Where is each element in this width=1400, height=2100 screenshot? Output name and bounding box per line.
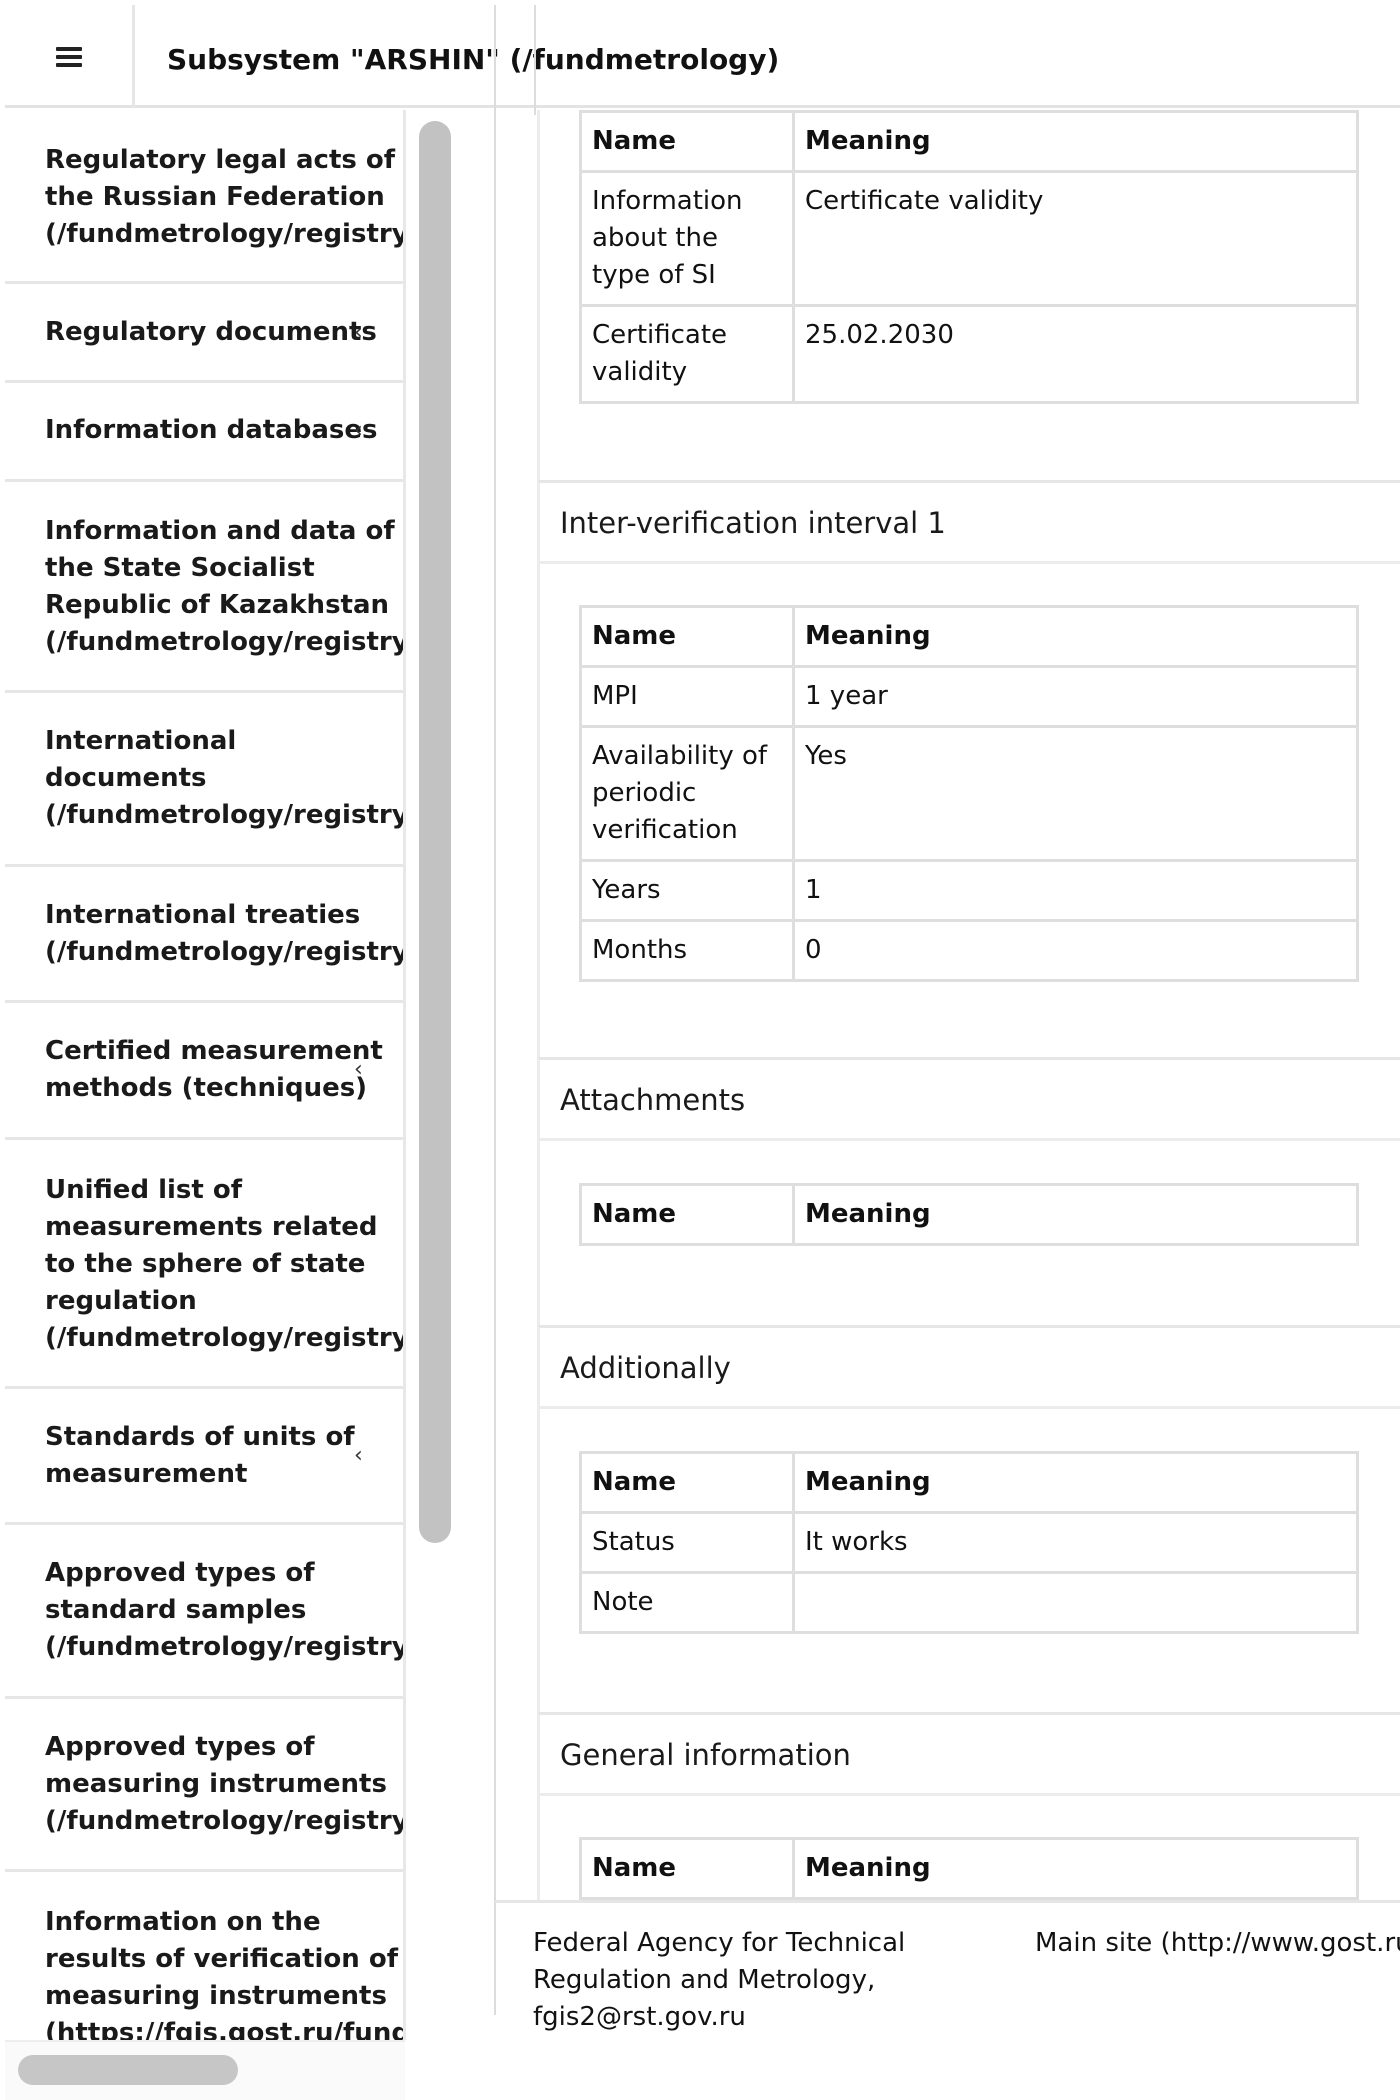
cell-name: Certificate validity <box>579 304 795 404</box>
sidebar-item-international-treaties[interactable]: International treaties (/fundmetrology/r… <box>5 867 405 1003</box>
section-title: Inter-verification interval 1 <box>560 506 946 540</box>
sidebar-border <box>403 110 406 2040</box>
table-row: Availability of periodic verification Ye… <box>579 725 1359 862</box>
chevron-left-icon: ‹ <box>354 1057 363 1082</box>
section-header-attachments: Attachments <box>537 1057 1400 1141</box>
sidebar-item-certified-methods[interactable]: Certified measurement methods (technique… <box>5 1003 405 1140</box>
table-row: Information about the type of SI Certifi… <box>579 170 1359 307</box>
sidebar-item-label: Information and data of the State Social… <box>45 516 405 657</box>
footer-organization: Federal Agency for Technical Regulation … <box>533 1928 906 2032</box>
type-info-table: Name Meaning Information about the type … <box>579 110 1359 404</box>
cell-name: Information about the type of SI <box>579 170 795 307</box>
cell-name: MPI <box>579 665 795 728</box>
page-footer: Federal Agency for Technical Regulation … <box>495 1900 1400 2098</box>
cell-name: Years <box>579 859 795 922</box>
sidebar-item-international-documents[interactable]: International documents (/fundmetrology/… <box>5 693 405 867</box>
column-header-name: Name <box>579 110 795 173</box>
sidebar-item-label: Regulatory documents <box>45 317 377 347</box>
section-header-additionally: Additionally <box>537 1325 1400 1409</box>
table-row: Years 1 <box>579 859 1359 922</box>
table-header-row: Name Meaning <box>579 1183 1359 1246</box>
sidebar-item-information-databases[interactable]: Information databases ‹ <box>5 383 405 482</box>
table-row: Note <box>579 1571 1359 1634</box>
layout-divider <box>534 5 536 115</box>
cell-name: Months <box>579 919 795 982</box>
table-row: Certificate validity 25.02.2030 <box>579 304 1359 404</box>
column-header-meaning: Meaning <box>792 605 1359 668</box>
column-header-meaning: Meaning <box>792 110 1359 173</box>
column-header-name: Name <box>579 1451 795 1514</box>
sidebar-item-label: Information databases <box>45 415 378 445</box>
menu-button[interactable] <box>5 5 135 108</box>
table-header-row: Name Meaning <box>579 110 1359 173</box>
general-information-table: Name Meaning <box>579 1837 1359 1900</box>
sidebar-item-kazakhstan-data[interactable]: Information and data of the State Social… <box>5 482 405 693</box>
table-header-row: Name Meaning <box>579 1451 1359 1514</box>
table-header-row: Name Meaning <box>579 605 1359 668</box>
table-row: Months 0 <box>579 919 1359 982</box>
sidebar-item-label: International documents (/fundmetrology/… <box>45 726 405 830</box>
sidebar-nav: Regulatory legal acts of the Russian Fed… <box>5 110 405 2040</box>
section-title: General information <box>560 1738 851 1772</box>
cell-value: 25.02.2030 <box>792 304 1359 404</box>
footer-main-site-link[interactable]: Main site (http://www.gost.ru/ <box>1035 1925 1400 1962</box>
sidebar-item-label: Standards of units of measurement <box>45 1422 355 1489</box>
cell-value: Yes <box>792 725 1359 862</box>
sidebar-item-label: Unified list of measurements related to … <box>45 1175 405 1353</box>
layout-divider <box>494 5 496 2015</box>
column-header-name: Name <box>579 605 795 668</box>
sidebar-item-label: Approved types of measuring instruments … <box>45 1732 405 1836</box>
cell-value <box>792 1571 1359 1634</box>
section-title: Attachments <box>560 1083 746 1117</box>
sidebar-item-regulatory-documents[interactable]: Regulatory documents ‹ <box>5 284 405 383</box>
sidebar-item-label: International treaties (/fundmetrology/r… <box>45 900 405 967</box>
sidebar-item-standards-units[interactable]: Standards of units of measurement ‹ <box>5 1389 405 1525</box>
cell-name: Status <box>579 1511 795 1574</box>
column-header-meaning: Meaning <box>792 1183 1359 1246</box>
app-title: Subsystem "ARSHIN" (/fundmetrology) <box>167 43 780 76</box>
column-header-meaning: Meaning <box>792 1837 1359 1900</box>
sidebar-vertical-scrollbar[interactable] <box>419 121 451 1543</box>
section-header-general-information: General information <box>537 1712 1400 1796</box>
column-header-meaning: Meaning <box>792 1451 1359 1514</box>
cell-value: Certificate validity <box>792 170 1359 307</box>
sidebar-item-label: Regulatory legal acts of the Russian Fed… <box>45 145 405 249</box>
cell-value: It works <box>792 1511 1359 1574</box>
additional-table: Name Meaning Status It works Note <box>579 1451 1359 1634</box>
table-header-row: Name Meaning <box>579 1837 1359 1900</box>
table-row: Status It works <box>579 1511 1359 1574</box>
sidebar-item-standard-samples[interactable]: Approved types of standard samples (/fun… <box>5 1525 405 1699</box>
sidebar-item-verification-results[interactable]: Information on the results of verificati… <box>5 1872 405 2040</box>
cell-value: 0 <box>792 919 1359 982</box>
hamburger-menu-icon <box>55 43 82 71</box>
attachments-table: Name Meaning <box>579 1183 1359 1246</box>
cell-name: Note <box>579 1571 795 1634</box>
sidebar-item-regulatory-legal-acts[interactable]: Regulatory legal acts of the Russian Fed… <box>5 110 405 284</box>
chevron-left-icon: ‹ <box>354 320 363 345</box>
sidebar-horizontal-scrollbar[interactable] <box>18 2055 238 2085</box>
section-header-inter-verification: Inter-verification interval 1 <box>537 480 1400 564</box>
section-title: Additionally <box>560 1351 731 1385</box>
inter-verification-table: Name Meaning MPI 1 year Availability of … <box>579 605 1359 982</box>
sidebar-item-measuring-instruments[interactable]: Approved types of measuring instruments … <box>5 1699 405 1872</box>
column-header-name: Name <box>579 1183 795 1246</box>
main-content: Name Meaning Information about the type … <box>537 110 1400 1900</box>
sidebar-item-label: Certified measurement methods (technique… <box>45 1036 383 1103</box>
cell-name: Availability of periodic verification <box>579 725 795 862</box>
table-row: MPI 1 year <box>579 665 1359 728</box>
chevron-left-icon: ‹ <box>354 418 363 443</box>
sidebar-item-label: Approved types of standard samples (/fun… <box>45 1558 405 1662</box>
top-bar: Subsystem "ARSHIN" (/fundmetrology) <box>5 5 1400 108</box>
sidebar-item-unified-list[interactable]: Unified list of measurements related to … <box>5 1140 405 1389</box>
column-header-name: Name <box>579 1837 795 1900</box>
cell-value: 1 <box>792 859 1359 922</box>
chevron-left-icon: ‹ <box>354 1443 363 1468</box>
cell-value: 1 year <box>792 665 1359 728</box>
sidebar-item-label: Information on the results of verificati… <box>45 1907 405 2040</box>
